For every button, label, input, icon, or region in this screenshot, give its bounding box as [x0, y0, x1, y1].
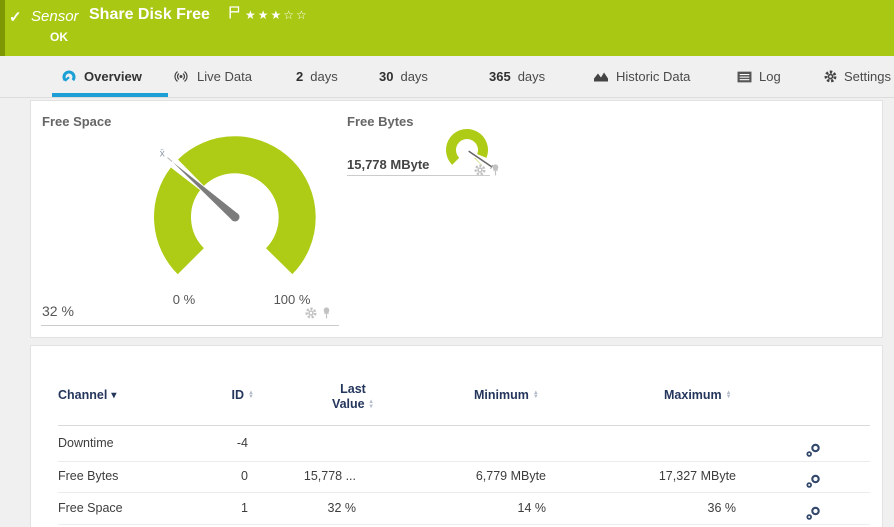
sort-icon: ▲▼: [368, 400, 374, 409]
gear-icon: [824, 70, 837, 83]
gauge-title-free-bytes: Free Bytes: [347, 114, 413, 129]
tab-log[interactable]: Log: [737, 56, 781, 97]
column-header-last-value[interactable]: Last Value ▲▼: [327, 382, 379, 412]
tab-overview[interactable]: Overview: [52, 56, 168, 97]
gauge-value-free-bytes: 15,778 MByte: [347, 157, 429, 172]
prtg-sensor-page: ✓ Sensor Share Disk Free ★★★☆☆ OK Overvi…: [0, 0, 894, 527]
gauge-block-divider: [41, 325, 339, 326]
tab-label: days: [518, 69, 545, 84]
pin-icon[interactable]: [491, 164, 500, 176]
svg-text:x̄: x̄: [160, 148, 165, 159]
broadcast-icon: [172, 70, 190, 83]
table-row-free-bytes[interactable]: Free Bytes 0 15,778 ... 6,779 MByte 17,3…: [31, 461, 884, 492]
flag-icon: [229, 6, 240, 24]
cell-minimum: 6,779 MByte: [406, 461, 546, 492]
cell-maximum: 36 %: [596, 492, 736, 524]
sort-icon: ▲▼: [533, 391, 539, 400]
sort-direction-icon: ▾: [111, 390, 116, 401]
gauge-icon: [61, 69, 77, 85]
column-label: Maximum: [664, 388, 722, 402]
gauges-panel: x̄ Free Space 0 % 100 % 32 % Free Bytes …: [30, 100, 883, 338]
tab-label: Live Data: [197, 69, 252, 84]
tab-number: 2: [296, 69, 303, 84]
cell-minimum: 14 %: [406, 492, 546, 524]
channel-table-panel: Channel ▾ ID ▲▼ Last Value ▲▼ Minimum ▲▼…: [30, 345, 883, 527]
gauge-value-free-space: 32 %: [42, 303, 74, 319]
cell-maximum: 17,327 MByte: [596, 461, 736, 492]
priority-rating-stars[interactable]: ★★★☆☆: [245, 8, 309, 22]
column-header-maximum[interactable]: Maximum ▲▼: [664, 388, 732, 402]
gauge-controls-free-space: [305, 307, 331, 319]
sort-icon: ▲▼: [248, 391, 254, 400]
cell-channel: Downtime: [58, 426, 114, 461]
tab-label: Log: [759, 69, 781, 84]
cell-last-value: 15,778 ...: [256, 461, 356, 492]
tab-settings[interactable]: Settings: [824, 56, 891, 97]
tab-label: days: [400, 69, 427, 84]
status-check-icon: ✓: [9, 8, 22, 26]
gauge-settings-gear-icon[interactable]: [305, 307, 317, 319]
tab-30-days[interactable]: 30 days: [379, 56, 428, 97]
cell-id: 0: [188, 461, 248, 492]
cell-channel: Free Bytes: [58, 461, 118, 492]
gauge-block-divider: [347, 175, 490, 176]
sort-icon: ▲▼: [726, 391, 732, 400]
cell-id: -4: [188, 426, 248, 461]
sensor-header: ✓ Sensor Share Disk Free ★★★☆☆ OK: [0, 0, 894, 56]
area-chart-icon: [593, 70, 609, 83]
column-label: ID: [232, 388, 245, 402]
tab-number: 365: [489, 69, 511, 84]
row-divider: [58, 524, 870, 525]
column-label: Minimum: [474, 388, 529, 402]
log-list-icon: [737, 71, 752, 83]
cell-channel: Free Space: [58, 492, 123, 524]
tab-label: Overview: [84, 69, 142, 84]
gauge-scale-max: 100 %: [262, 292, 322, 307]
tab-365-days[interactable]: 365 days: [489, 56, 545, 97]
status-badge: OK: [50, 30, 68, 44]
gauge-scale-min: 0 %: [159, 292, 209, 307]
tab-bar: Overview Live Data 2 days 30 days 365 da…: [0, 56, 894, 98]
tab-label: days: [310, 69, 337, 84]
tab-number: 30: [379, 69, 393, 84]
column-label: Channel: [58, 388, 107, 402]
gauge-title-free-space: Free Space: [42, 114, 111, 129]
cell-last-value: 32 %: [256, 492, 356, 524]
column-header-id[interactable]: ID ▲▼: [188, 388, 254, 402]
column-header-minimum[interactable]: Minimum ▲▼: [474, 388, 539, 402]
table-row-downtime[interactable]: Downtime -4: [31, 426, 884, 461]
sensor-kind-label: Sensor: [31, 8, 79, 25]
table-row-free-space[interactable]: Free Space 1 32 % 14 % 36 %: [31, 492, 884, 524]
column-header-channel[interactable]: Channel ▾: [58, 388, 116, 402]
channel-settings-icon[interactable]: [806, 501, 821, 527]
page-title: Share Disk Free: [89, 6, 210, 24]
tab-label: Settings: [844, 69, 891, 84]
pin-icon[interactable]: [322, 307, 331, 319]
cell-id: 1: [188, 492, 248, 524]
tab-live-data[interactable]: Live Data: [172, 56, 252, 97]
column-label: Last Value: [332, 382, 366, 411]
tab-label: Historic Data: [616, 69, 690, 84]
status-edge-stripe: [0, 0, 5, 56]
tab-2-days[interactable]: 2 days: [296, 56, 338, 97]
tab-historic-data[interactable]: Historic Data: [593, 56, 690, 97]
